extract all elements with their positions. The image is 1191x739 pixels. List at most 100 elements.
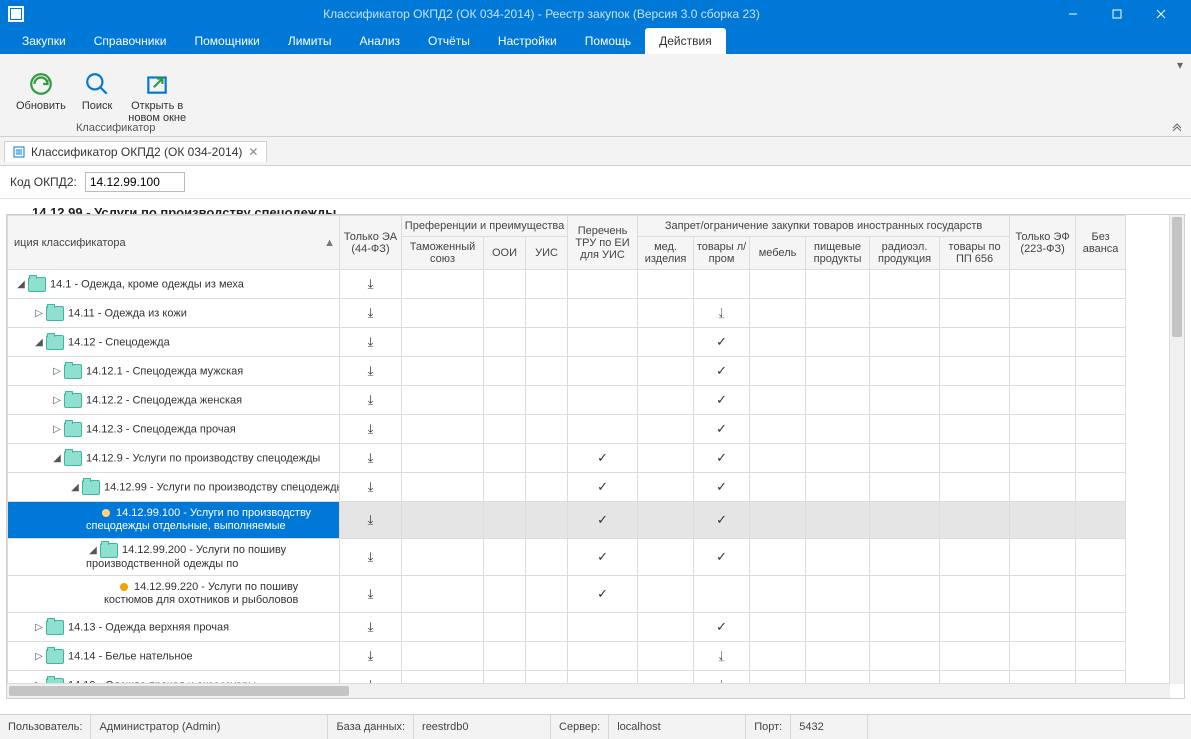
menu-действия[interactable]: Действия xyxy=(645,28,726,54)
col-uis[interactable]: УИС xyxy=(526,237,568,270)
tree-expander[interactable]: ▷ xyxy=(32,308,46,319)
window-title: Классификатор ОКПД2 (ОК 034-2014) - Реес… xyxy=(32,7,1051,21)
menu-помощники[interactable]: Помощники xyxy=(180,28,273,54)
menu-справочники[interactable]: Справочники xyxy=(80,28,181,54)
menu-лимиты[interactable]: Лимиты xyxy=(274,28,346,54)
code-input[interactable] xyxy=(85,172,185,192)
status-user-value: Администратор (Admin) xyxy=(91,715,328,739)
horizontal-scrollbar[interactable] xyxy=(7,683,1170,698)
row-label: 14.12.99.220 - Услуги по пошиву костюмов… xyxy=(104,581,298,606)
table-row[interactable]: ▷14.12.3 - Спецодежда прочая⤓✓ xyxy=(8,415,1171,444)
table-row[interactable]: ◢14.12 - Спецодежда⤓✓ xyxy=(8,328,1171,357)
code-label: Код ОКПД2: xyxy=(10,175,77,189)
table-row[interactable]: ◢14.12.9 - Услуги по производству спецод… xyxy=(8,444,1171,473)
col-no-advance[interactable]: Без аванса xyxy=(1076,216,1126,270)
table-row[interactable]: ▷14.11 - Одежда из кожи⤓⥙ xyxy=(8,299,1171,328)
vertical-scrollbar[interactable] xyxy=(1169,215,1184,684)
col-tru[interactable]: Перечень ТРУ по ЕИ для УИС xyxy=(568,216,638,270)
row-label: 14.12.1 - Спецодежда мужская xyxy=(86,365,243,377)
row-label: 14.14 - Белье нательное xyxy=(68,650,193,662)
folder-icon xyxy=(82,480,100,495)
tree-expander[interactable]: ▷ xyxy=(50,424,64,435)
col-customs-union[interactable]: Таможенный союз xyxy=(402,237,484,270)
row-label: 14.12.3 - Спецодежда прочая xyxy=(86,423,236,435)
menu-помощь[interactable]: Помощь xyxy=(571,28,645,54)
menu-закупки[interactable]: Закупки xyxy=(8,28,80,54)
folder-icon xyxy=(46,620,64,635)
search-label: Поиск xyxy=(82,100,112,112)
col-ooi[interactable]: ООИ xyxy=(484,237,526,270)
table-row[interactable]: ▷14.12.2 - Спецодежда женская⤓✓ xyxy=(8,386,1171,415)
status-user-label: Пользователь: xyxy=(0,715,91,739)
document-tab[interactable]: Классификатор ОКПД2 (ОК 034-2014) ✕ xyxy=(4,141,267,162)
menu-настройки[interactable]: Настройки xyxy=(484,28,571,54)
tree-expander[interactable]: ▷ xyxy=(32,651,46,662)
maximize-button[interactable] xyxy=(1095,0,1139,28)
menu-отчёты[interactable]: Отчёты xyxy=(414,28,484,54)
grid: иция классификатора▲ Только ЭА (44-ФЗ) П… xyxy=(6,214,1185,699)
close-button[interactable] xyxy=(1139,0,1183,28)
table-row[interactable]: ▷14.12.1 - Спецодежда мужская⤓✓ xyxy=(8,357,1171,386)
folder-icon xyxy=(64,451,82,466)
tree-expander[interactable] xyxy=(104,581,118,594)
row-label: 14.11 - Одежда из кожи xyxy=(68,307,187,319)
col-food[interactable]: пищевые продукты xyxy=(806,237,870,270)
table-row[interactable]: 14.12.99.220 - Услуги по пошиву костюмов… xyxy=(8,576,1171,613)
row-label: 14.12.99.100 - Услуги по производству сп… xyxy=(86,507,311,532)
ribbon-collapse-icon[interactable] xyxy=(1171,120,1183,132)
table-row[interactable]: ◢ 14.12.99 - Услуги по производству спецо… xyxy=(8,473,1171,502)
table-row[interactable]: ▷14.14 - Белье нательное⤓⥙ xyxy=(8,642,1171,671)
col-furniture[interactable]: мебель xyxy=(750,237,806,270)
table-row[interactable]: 14.12.99.100 - Услуги по производству сп… xyxy=(8,502,1171,539)
status-port-value: 5432 xyxy=(791,715,868,739)
folder-icon xyxy=(46,306,64,321)
col-med[interactable]: мед. изделия xyxy=(638,237,694,270)
col-pp656[interactable]: товары по ПП 656 xyxy=(940,237,1010,270)
refresh-button[interactable]: Обновить xyxy=(8,68,74,126)
tree-expander[interactable]: ◢ xyxy=(14,279,28,290)
tree-expander[interactable]: ▷ xyxy=(32,622,46,633)
document-tab-close-icon[interactable]: ✕ xyxy=(248,145,258,159)
folder-icon xyxy=(64,393,82,408)
document-tab-icon xyxy=(13,146,25,158)
title-bar: Классификатор ОКПД2 (ОК 034-2014) - Реес… xyxy=(0,0,1191,28)
document-tabs: Классификатор ОКПД2 (ОК 034-2014) ✕ xyxy=(0,137,1191,166)
col-group-ban: Запрет/ограничение закупки товаров иност… xyxy=(638,216,1010,237)
refresh-label: Обновить xyxy=(16,100,66,112)
col-light-industry[interactable]: товары л/пром xyxy=(694,237,750,270)
col-only-ef[interactable]: Только ЭФ (223-ФЗ) xyxy=(1010,216,1076,270)
search-button[interactable]: Поиск xyxy=(74,68,120,126)
table-row[interactable]: ▷14.13 - Одежда верхняя прочая⤓✓ xyxy=(8,613,1171,642)
row-label: 14.12.2 - Спецодежда женская xyxy=(86,394,242,406)
row-label: 14.12 - Спецодежда xyxy=(68,336,170,348)
tree-expander[interactable]: ◢ xyxy=(68,482,82,493)
sort-asc-icon: ▲ xyxy=(324,237,335,249)
ribbon-menu-icon[interactable]: ▾ xyxy=(1177,58,1183,72)
row-label: 14.13 - Одежда верхняя прочая xyxy=(68,621,229,633)
menu-bar: ЗакупкиСправочникиПомощникиЛимитыАнализО… xyxy=(0,28,1191,54)
col-name[interactable]: иция классификатора▲ xyxy=(8,216,340,270)
table-row[interactable]: ▷14.19 - Одежда прочая и аксессуары⤓⥙ xyxy=(8,671,1171,685)
col-only-ea[interactable]: Только ЭА (44-ФЗ) xyxy=(340,216,402,270)
tree-expander[interactable]: ▷ xyxy=(50,366,64,377)
folder-icon xyxy=(28,277,46,292)
col-group-preferences: Преференции и преимущества xyxy=(402,216,568,237)
folder-icon xyxy=(64,364,82,379)
tree-expander[interactable]: ◢ xyxy=(86,544,100,557)
tree-expander[interactable] xyxy=(86,507,100,520)
tree-expander[interactable]: ◢ xyxy=(50,453,64,464)
minimize-button[interactable] xyxy=(1051,0,1095,28)
table-row[interactable]: ◢14.12.99.200 - Услуги по пошиву произво… xyxy=(8,539,1171,576)
folder-icon xyxy=(64,422,82,437)
row-label: 14.12.99 - Услуги по производству спецод… xyxy=(104,481,340,493)
row-label: 14.1 - Одежда, кроме одежды из меха xyxy=(50,278,244,290)
status-db-value: reestrdb0 xyxy=(414,715,551,739)
tree-expander[interactable]: ▷ xyxy=(50,395,64,406)
tree-expander[interactable]: ◢ xyxy=(32,337,46,348)
col-radio[interactable]: радиоэл. продукция xyxy=(870,237,940,270)
table-row[interactable]: ◢14.1 - Одежда, кроме одежды из меха⤓ xyxy=(8,270,1171,299)
menu-анализ[interactable]: Анализ xyxy=(346,28,415,54)
open-new-window-button[interactable]: Открыть в новом окне xyxy=(120,68,194,126)
item-icon xyxy=(102,509,110,517)
status-server-label: Сервер: xyxy=(551,715,609,739)
